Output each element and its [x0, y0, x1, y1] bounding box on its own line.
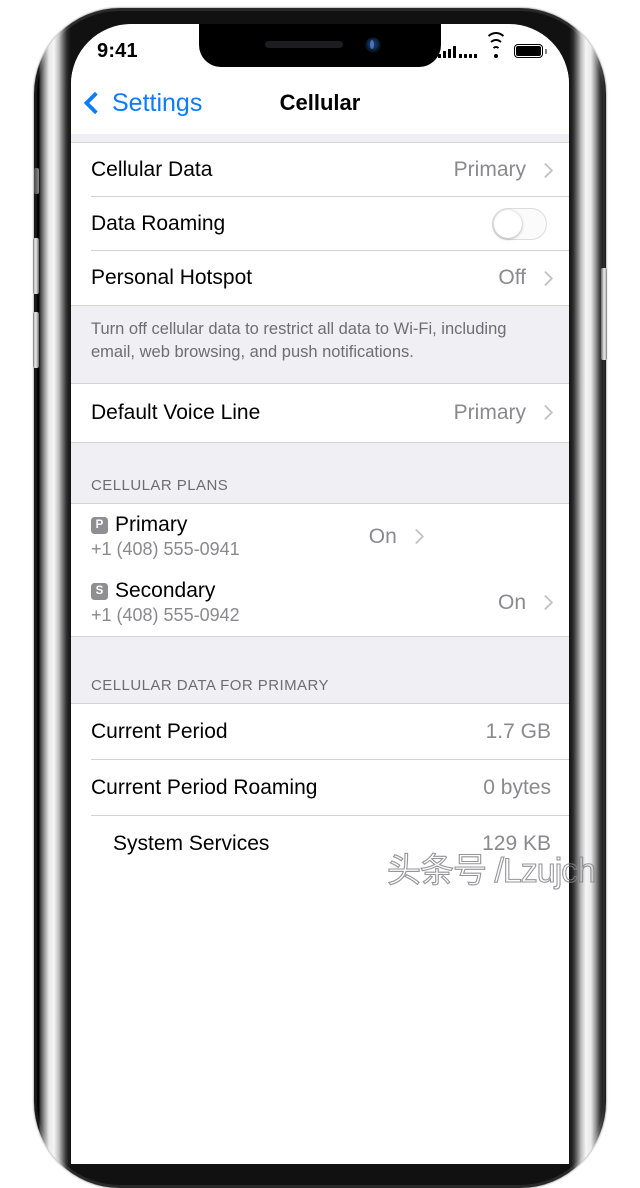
plan-info: P Primary +1 (408) 555-0941	[91, 513, 240, 560]
navigation-bar: Settings Cellular	[71, 72, 569, 134]
row-value: 129 KB	[482, 831, 551, 855]
row-personal-hotspot[interactable]: Personal Hotspot Off	[71, 251, 569, 305]
volume-up-button[interactable]	[33, 238, 39, 294]
row-label: System Services	[113, 831, 270, 855]
toggle-knob	[494, 210, 522, 238]
row-default-voice-line[interactable]: Default Voice Line Primary	[71, 383, 569, 442]
back-button[interactable]: Settings	[83, 88, 203, 118]
row-current-period[interactable]: Current Period 1.7 GB	[71, 703, 569, 760]
sim-badge-secondary-icon: S	[91, 582, 108, 600]
settings-list[interactable]: Cellular Data Primary Data Roaming Perso…	[71, 134, 569, 1164]
chevron-right-icon	[408, 529, 425, 545]
group-cellular-data-usage: Current Period 1.7 GB Current Period Roa…	[71, 703, 569, 872]
row-label: Current Period Roaming	[91, 775, 318, 799]
row-value: 1.7 GB	[485, 719, 551, 743]
row-system-services[interactable]: System Services 129 KB	[71, 815, 569, 872]
mute-switch-button[interactable]	[34, 168, 39, 194]
list-top-gap	[71, 134, 569, 143]
status-bar-icons	[438, 32, 547, 58]
row-label: Current Period	[91, 719, 228, 743]
plan-value: On	[497, 590, 526, 614]
plan-label: Secondary	[115, 579, 216, 603]
plan-phone-number: +1 (408) 555-0942	[91, 605, 240, 626]
wifi-icon	[484, 32, 507, 58]
plan-info: S Secondary +1 (408) 555-0942	[91, 579, 240, 626]
chevron-right-icon	[537, 595, 554, 611]
row-current-period-roaming[interactable]: Current Period Roaming 0 bytes	[71, 759, 569, 816]
group-footer-note: Turn off cellular data to restrict all d…	[71, 305, 569, 384]
earpiece-speaker-icon	[265, 41, 343, 48]
chevron-right-icon	[537, 270, 554, 286]
status-time: 9:41	[97, 39, 138, 62]
chevron-right-icon	[537, 405, 554, 421]
row-data-roaming[interactable]: Data Roaming	[71, 197, 569, 251]
data-roaming-toggle[interactable]	[492, 208, 547, 240]
row-label: Default Voice Line	[91, 400, 261, 424]
row-cellular-data[interactable]: Cellular Data Primary	[71, 143, 569, 197]
plan-phone-number: +1 (408) 555-0941	[91, 539, 240, 560]
back-button-label: Settings	[112, 88, 203, 117]
battery-full-icon	[514, 44, 547, 58]
front-camera-icon	[366, 38, 380, 52]
row-value: Primary	[453, 400, 526, 424]
plan-name-row: S Secondary	[91, 579, 240, 603]
sim-badge-primary-icon: P	[91, 516, 108, 534]
section-header-cellular-plans: CELLULAR PLANS	[71, 441, 569, 504]
row-label: Cellular Data	[91, 158, 213, 181]
section-header-cellular-data-for-primary: CELLULAR DATA FOR PRIMARY	[71, 635, 569, 704]
plan-name-row: P Primary	[91, 513, 240, 537]
notch	[199, 24, 441, 67]
row-label: Personal Hotspot	[91, 266, 253, 289]
plan-status: On	[368, 524, 425, 549]
plan-label: Primary	[115, 513, 188, 537]
group-cellular-data: Cellular Data Primary Data Roaming Perso…	[71, 143, 569, 305]
chevron-left-icon	[83, 91, 107, 115]
group-cellular-plans: P Primary +1 (408) 555-0941 On S Seconda…	[71, 503, 569, 636]
plan-status: On	[497, 590, 554, 615]
chevron-right-icon	[537, 162, 554, 178]
row-value: Off	[498, 266, 526, 289]
cellular-signal-dual-icon	[438, 45, 477, 58]
group-default-voice-line: Default Voice Line Primary	[71, 383, 569, 442]
plan-row-secondary[interactable]: S Secondary +1 (408) 555-0942 On	[71, 569, 569, 636]
plan-row-primary[interactable]: P Primary +1 (408) 555-0941 On	[71, 503, 569, 570]
plan-value: On	[368, 524, 397, 548]
volume-down-button[interactable]	[33, 312, 39, 368]
row-label: Data Roaming	[91, 212, 226, 235]
power-button[interactable]	[601, 268, 607, 360]
row-value: 0 bytes	[483, 775, 551, 799]
row-value: Primary	[453, 158, 526, 181]
phone-screen: 9:41 Settings Cellular Cellular Data Pri…	[71, 24, 569, 1164]
